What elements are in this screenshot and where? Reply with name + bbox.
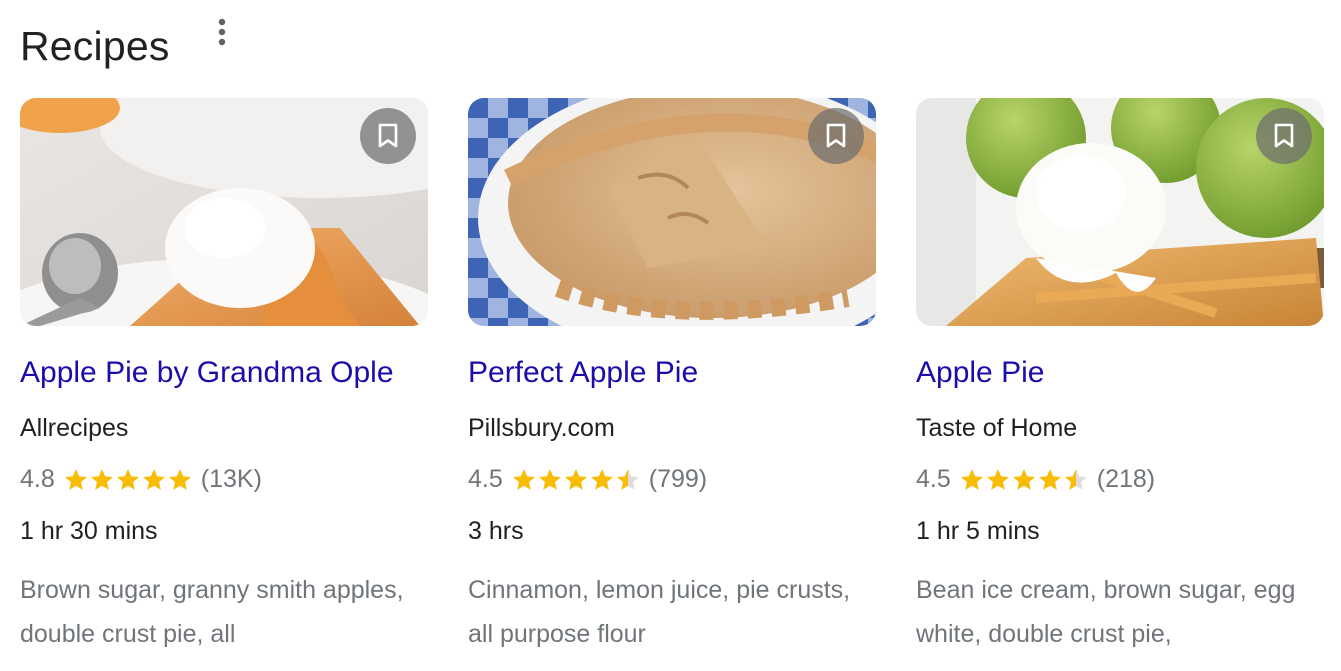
- star-full-icon: [590, 468, 613, 490]
- star-full-icon: [538, 468, 561, 490]
- recipe-source: Allrecipes: [20, 414, 129, 442]
- recipe-card[interactable]: Perfect Apple Pie Pillsbury.com 4.5 (799…: [468, 98, 876, 671]
- star-full-icon: [142, 468, 165, 490]
- star-full-icon: [64, 468, 87, 490]
- section-title: Recipes: [20, 22, 170, 69]
- star-rating: [959, 467, 1089, 493]
- bookmark-icon: [1274, 123, 1294, 148]
- save-recipe-button[interactable]: [1256, 108, 1312, 164]
- recipe-image[interactable]: [468, 98, 876, 326]
- star-full-icon: [116, 468, 139, 490]
- review-count: (218): [1096, 465, 1156, 493]
- rating-row: 4.8 (13K): [20, 465, 262, 494]
- rating-value: 4.5: [916, 465, 951, 493]
- recipe-image[interactable]: [916, 98, 1324, 326]
- bookmark-icon: [378, 123, 398, 148]
- star-half-icon: [616, 468, 639, 490]
- star-rating: [511, 467, 641, 493]
- star-full-icon: [960, 468, 983, 490]
- save-recipe-button[interactable]: [360, 108, 416, 164]
- more-options-button[interactable]: [198, 8, 246, 56]
- recipe-source: Pillsbury.com: [468, 414, 615, 442]
- bookmark-icon: [826, 123, 846, 148]
- star-rating: [63, 467, 193, 493]
- more-vert-icon: [218, 18, 226, 46]
- recipe-carousel: Apple Pie by Grandma Ople Allrecipes 4.8…: [20, 98, 1324, 671]
- recipe-source: Taste of Home: [916, 414, 1078, 442]
- recipe-title-link[interactable]: Apple Pie by Grandma Ople: [20, 356, 394, 390]
- cook-time: 1 hr 30 mins: [20, 517, 158, 545]
- ingredients-text: Bean ice cream, brown sugar, egg white, …: [916, 576, 1296, 648]
- review-count: (13K): [200, 465, 262, 493]
- cook-time: 1 hr 5 mins: [916, 517, 1040, 545]
- star-full-icon: [512, 468, 535, 490]
- rating-value: 4.8: [20, 465, 55, 493]
- recipes-header: Recipes: [20, 18, 170, 74]
- star-full-icon: [90, 468, 113, 490]
- rating-row: 4.5 (218): [916, 465, 1155, 494]
- recipe-title-link[interactable]: Perfect Apple Pie: [468, 356, 698, 390]
- rating-value: 4.5: [468, 465, 503, 493]
- recipe-title-link[interactable]: Apple Pie: [916, 356, 1044, 390]
- rating-row: 4.5 (799): [468, 465, 707, 494]
- recipe-image[interactable]: [20, 98, 428, 326]
- star-full-icon: [986, 468, 1009, 490]
- save-recipe-button[interactable]: [808, 108, 864, 164]
- ingredients-text: Cinnamon, lemon juice, pie crusts, all p…: [468, 576, 851, 648]
- recipe-card[interactable]: Apple Pie Taste of Home 4.5 (218) 1 hr 5…: [916, 98, 1324, 671]
- cook-time: 3 hrs: [468, 517, 524, 545]
- star-full-icon: [1038, 468, 1061, 490]
- ingredients-text: Brown sugar, granny smith apples, double…: [20, 576, 404, 648]
- recipe-card[interactable]: Apple Pie by Grandma Ople Allrecipes 4.8…: [20, 98, 428, 671]
- review-count: (799): [648, 465, 708, 493]
- star-full-icon: [564, 468, 587, 490]
- star-full-icon: [168, 468, 191, 490]
- star-half-icon: [1064, 468, 1087, 490]
- star-full-icon: [1012, 468, 1035, 490]
